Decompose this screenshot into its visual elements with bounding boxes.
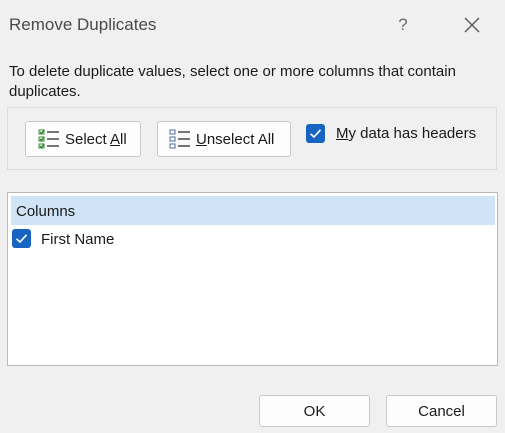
help-button[interactable]: ? — [386, 10, 420, 40]
help-icon: ? — [398, 15, 408, 34]
cancel-label: Cancel — [418, 402, 465, 420]
cancel-button[interactable]: Cancel — [386, 395, 497, 427]
my-data-has-headers-checkbox[interactable] — [306, 124, 325, 143]
checkmark-icon — [309, 129, 322, 139]
remove-duplicates-dialog: Remove Duplicates ? To delete duplicate … — [0, 0, 505, 433]
columns-list[interactable]: Columns First Name — [7, 192, 498, 366]
close-icon — [464, 17, 480, 33]
select-all-label-post: ll — [120, 130, 127, 148]
select-all-accelerator: A — [110, 130, 121, 148]
columns-header-label: Columns — [16, 203, 76, 220]
ok-button[interactable]: OK — [259, 395, 370, 427]
columns-list-header: Columns — [11, 196, 495, 225]
unselect-all-button[interactable]: Unselect All — [157, 121, 291, 157]
unselect-all-accelerator: U — [196, 130, 207, 148]
instructions-text: To delete duplicate values, select one o… — [9, 63, 456, 100]
checkmark-icon — [15, 234, 28, 244]
select-all-label: Select All — [65, 131, 127, 148]
dialog-title: Remove Duplicates — [9, 15, 157, 34]
headers-label-accelerator: M — [336, 125, 349, 142]
unselect-all-label-post: nselect All — [206, 130, 275, 148]
select-all-icon — [38, 129, 59, 149]
select-all-button[interactable]: Select All — [25, 121, 141, 157]
ok-label: OK — [303, 402, 326, 420]
title-bar: Remove Duplicates ? — [0, 0, 505, 50]
headers-label-post: y data has headers — [348, 125, 477, 142]
column-checkbox[interactable] — [12, 229, 31, 248]
my-data-has-headers-label[interactable]: My data has headers — [336, 125, 476, 142]
select-all-label-pre: Select — [65, 130, 111, 148]
close-button[interactable] — [455, 10, 489, 40]
column-name: First Name — [41, 231, 115, 248]
unselect-all-icon — [169, 129, 190, 149]
unselect-all-label: Unselect All — [196, 131, 274, 148]
list-item[interactable]: First Name — [11, 227, 495, 253]
